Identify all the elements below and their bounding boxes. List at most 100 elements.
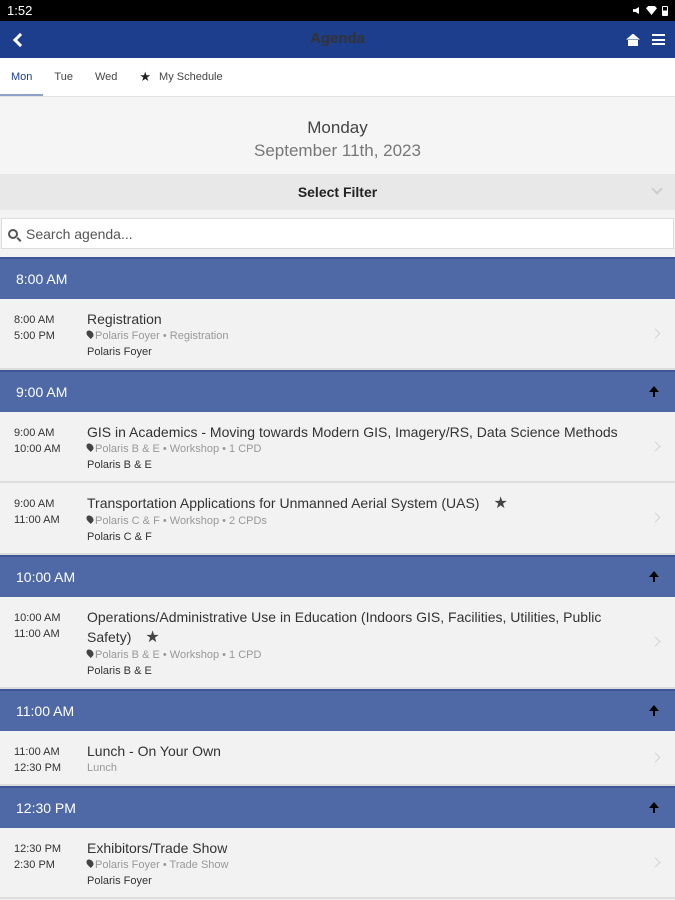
session-meta: Polaris Foyer • Trade Show: [85, 858, 635, 873]
session-row[interactable]: 11:00 AM 12:30 PM Lunch - On Your Own Lunch: [0, 731, 675, 786]
mute-icon: [632, 6, 641, 15]
wifi-icon: [646, 6, 657, 15]
session-times: 12:30 PM 2:30 PM: [14, 838, 87, 889]
session-start-time: 9:00 AM: [14, 427, 55, 439]
select-filter-button[interactable]: Select Filter: [0, 174, 675, 210]
location-pin-icon: [85, 514, 95, 524]
session-end-time: 12:30 PM: [14, 762, 62, 774]
tab-wed[interactable]: Wed: [84, 58, 128, 96]
session-meta: Polaris C & F • Workshop • 2 CPDs: [85, 514, 635, 529]
session-title-row: GIS in Academics - Moving towards Modern…: [87, 422, 635, 442]
session-title: Lunch - On Your Own: [87, 743, 221, 759]
home-icon[interactable]: [626, 34, 640, 46]
arrow-up-icon[interactable]: [649, 802, 659, 814]
session-end-time: 11:00 AM: [14, 628, 60, 640]
session-room: Polaris B & E: [87, 459, 152, 471]
session-room: Polaris B & E: [87, 665, 152, 677]
session-times: 9:00 AM 11:00 AM: [14, 493, 87, 545]
session-end-time: 5:00 PM: [14, 330, 55, 342]
day-header: Monday September 11th, 2023: [0, 97, 675, 174]
app-bar: [0, 21, 675, 58]
back-icon[interactable]: [10, 31, 28, 49]
session-title: GIS in Academics - Moving towards Modern…: [87, 424, 618, 440]
search-input[interactable]: [26, 225, 673, 242]
session-body: Lunch - On Your Own Lunch: [87, 741, 675, 776]
status-bar: 1:52: [0, 0, 675, 21]
day-date: September 11th, 2023: [254, 141, 421, 160]
session-meta-text: Polaris Foyer • Trade Show: [95, 859, 229, 871]
menu-icon[interactable]: [652, 34, 665, 45]
session-times: 9:00 AM 10:00 AM: [14, 422, 87, 473]
battery-icon: [662, 5, 668, 16]
session-title-row: Lunch - On Your Own: [87, 741, 635, 761]
filter-label: Select Filter: [297, 184, 378, 200]
session-start-time: 12:30 PM: [14, 843, 62, 855]
session-title-row: Registration: [87, 309, 635, 329]
session-times: 11:00 AM 12:30 PM: [14, 741, 87, 776]
location-pin-icon: [85, 858, 95, 868]
session-end-time: 10:00 AM: [14, 443, 61, 455]
tab-tue[interactable]: Tue: [43, 58, 84, 96]
session-meta-text: Polaris C & F • Workshop • 2 CPDs: [95, 515, 267, 527]
time-group-label: 9:00 AM: [16, 384, 68, 400]
tab-my-schedule-label: My Schedule: [159, 71, 223, 83]
session-start-time: 11:00 AM: [14, 746, 60, 758]
session-start-time: 8:00 AM: [14, 314, 55, 326]
time-group-label: 12:30 PM: [16, 800, 76, 816]
session-row[interactable]: 8:00 AM 5:00 PM Registration Polaris Foyer …: [0, 299, 675, 370]
session-body: Operations/Administrative Use in Educati…: [85, 607, 675, 679]
session-title: Registration: [87, 311, 162, 327]
time-group-header[interactable]: 11:00 AM: [0, 689, 675, 731]
session-meta-text: Lunch: [87, 762, 117, 774]
star-icon: ★: [139, 69, 152, 84]
arrow-up-icon[interactable]: [649, 386, 659, 398]
session-end-time: 11:00 AM: [14, 514, 60, 526]
session-body: Transportation Applications for Unmanned…: [85, 493, 675, 545]
session-title: Operations/Administrative Use in Educati…: [87, 609, 602, 645]
time-group-header[interactable]: 10:00 AM: [0, 555, 675, 597]
chevron-down-icon: [651, 183, 663, 195]
time-group-label: 10:00 AM: [16, 569, 76, 585]
star-icon[interactable]: ★: [145, 629, 159, 646]
session-title: Transportation Applications for Unmanned…: [87, 495, 480, 511]
search-container: [0, 210, 675, 257]
location-pin-icon: [85, 442, 95, 452]
session-title-row: Exhibitors/Trade Show: [87, 838, 635, 858]
day-name: Monday: [307, 118, 368, 137]
agenda-list: 8:00 AM 8:00 AM 5:00 PM Registration Polaris…: [0, 257, 675, 899]
search-box: [1, 218, 674, 249]
status-time: 1:52: [7, 3, 33, 18]
app-bar-actions: [626, 34, 665, 46]
session-room: Polaris Foyer: [87, 875, 152, 887]
session-title-row: Operations/Administrative Use in Educati…: [87, 607, 635, 648]
session-meta-text: Polaris Foyer • Registration: [95, 330, 229, 342]
session-row[interactable]: 9:00 AM 11:00 AM Transportation Applicatio…: [0, 483, 675, 555]
tab-my-schedule[interactable]: ★ My Schedule: [128, 58, 233, 96]
arrow-up-icon[interactable]: [649, 571, 659, 583]
session-times: 8:00 AM 5:00 PM: [14, 309, 87, 360]
session-body: Registration Polaris Foyer • Registration…: [85, 309, 675, 360]
session-meta: Polaris Foyer • Registration: [85, 329, 635, 344]
session-title-row: Transportation Applications for Unmanned…: [87, 493, 635, 514]
session-row[interactable]: 12:30 PM 2:30 PM Exhibitors/Trade Show Pola…: [0, 828, 675, 899]
session-row[interactable]: 10:00 AM 11:00 AM Operations/Administrativ…: [0, 597, 675, 689]
session-body: GIS in Academics - Moving towards Modern…: [85, 422, 675, 473]
status-icons: [632, 5, 668, 16]
session-body: Exhibitors/Trade Show Polaris Foyer • Tra…: [85, 838, 675, 889]
time-group-header[interactable]: 9:00 AM: [0, 370, 675, 412]
time-group-header[interactable]: 8:00 AM: [0, 257, 675, 299]
time-group-header[interactable]: 12:30 PM: [0, 786, 675, 828]
tab-mon[interactable]: Mon: [0, 58, 44, 96]
star-icon[interactable]: ★: [493, 495, 507, 512]
session-meta: Polaris B & E • Workshop • 1 CPD: [85, 442, 635, 457]
session-start-time: 10:00 AM: [14, 612, 61, 624]
session-times: 10:00 AM 11:00 AM: [14, 607, 87, 679]
time-group-label: 8:00 AM: [16, 271, 68, 287]
day-tabs: Mon Tue Wed ★ My Schedule: [0, 58, 675, 97]
session-room: Polaris Foyer: [87, 346, 152, 358]
arrow-up-icon[interactable]: [649, 705, 659, 717]
session-row[interactable]: 9:00 AM 10:00 AM GIS in Academics - Moving…: [0, 412, 675, 483]
search-icon: [8, 228, 18, 239]
time-group-label: 11:00 AM: [16, 703, 75, 719]
session-start-time: 9:00 AM: [14, 498, 55, 510]
